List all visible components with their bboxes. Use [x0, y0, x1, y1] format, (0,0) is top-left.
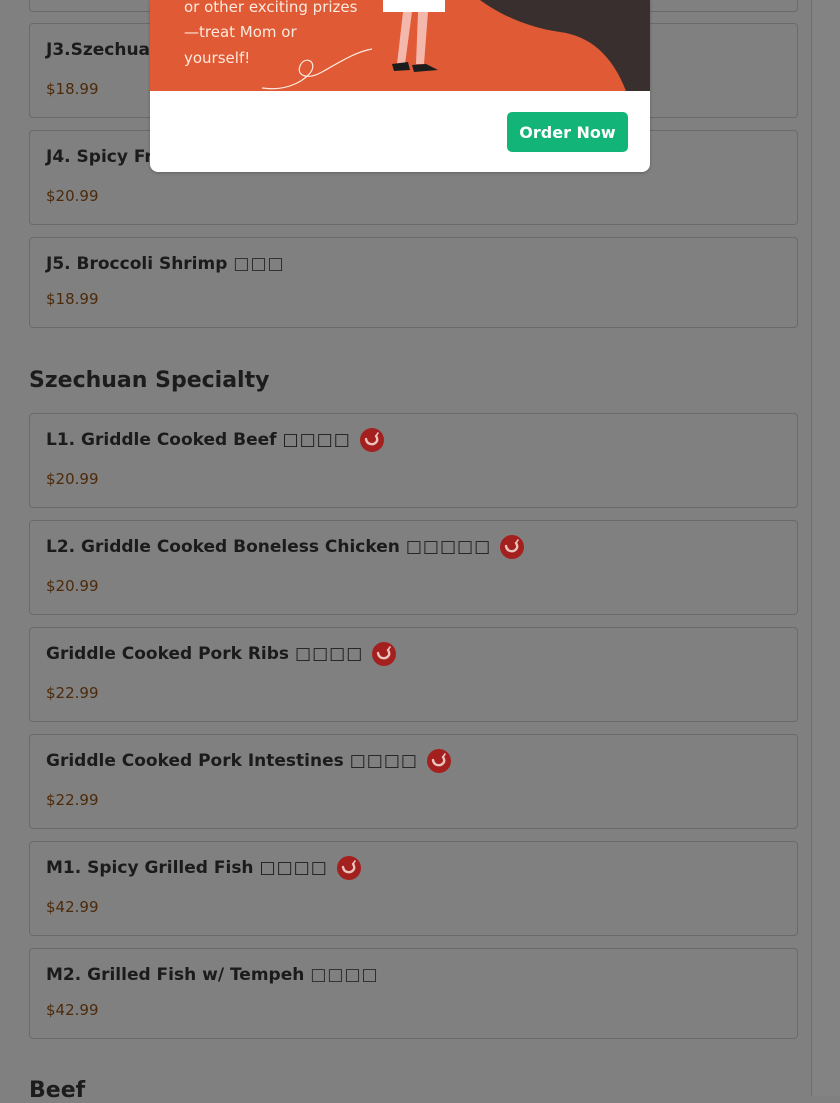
menu-item-price: $42.99	[46, 1001, 99, 1019]
menu-item-title: J3.Szechuan	[46, 40, 163, 60]
menu-item-price: $18.99	[46, 80, 99, 98]
chinese-name: □□□	[233, 254, 285, 274]
chinese-name: □□□□	[349, 751, 418, 771]
promo-modal: or other exciting prizes —treat Mom or y…	[150, 0, 650, 172]
chinese-name: □□□□	[310, 965, 379, 985]
menu-item-title: J5. Broccoli Shrimp □□□	[46, 254, 285, 274]
chinese-name: □□□□	[282, 430, 351, 450]
chili-pepper-icon	[359, 428, 384, 452]
menu-item-title: L1. Griddle Cooked Beef □□□□	[46, 428, 384, 452]
chili-pepper-icon	[372, 642, 397, 666]
menu-item-card[interactable]: Griddle Cooked Pork Ribs □□□□ $22.99	[29, 627, 798, 722]
menu-item-card[interactable]: L1. Griddle Cooked Beef □□□□ $20.99	[29, 413, 798, 508]
menu-item-price: $42.99	[46, 898, 99, 916]
promo-text-line: yourself!	[184, 49, 251, 67]
chinese-name: □□□□	[295, 644, 364, 664]
chinese-name: □□□□□	[405, 537, 492, 557]
scrollbar[interactable]	[811, 0, 840, 1096]
promo-text-line: or other exciting prizes	[184, 0, 358, 16]
section-heading: Szechuan Specialty	[29, 368, 270, 393]
menu-item-title: Griddle Cooked Pork Ribs □□□□	[46, 642, 397, 666]
chili-pepper-icon	[336, 856, 361, 880]
section-heading: Beef	[29, 1078, 86, 1103]
menu-item-price: $20.99	[46, 577, 99, 595]
menu-item-price: $22.99	[46, 791, 99, 809]
menu-item-title: L2. Griddle Cooked Boneless Chicken □□□□…	[46, 535, 525, 559]
menu-item-title: M2. Grilled Fish w/ Tempeh □□□□	[46, 965, 379, 985]
menu-item-card[interactable]: J5. Broccoli Shrimp □□□ $18.99	[29, 237, 798, 328]
chili-pepper-icon	[426, 749, 451, 773]
menu-item-price: $20.99	[46, 470, 99, 488]
menu-item-card[interactable]: M1. Spicy Grilled Fish □□□□ $42.99	[29, 841, 798, 936]
menu-item-title: Griddle Cooked Pork Intestines □□□□	[46, 749, 451, 773]
menu-item-price: $20.99	[46, 187, 99, 205]
order-now-button[interactable]: Order Now	[507, 112, 628, 152]
menu-item-card[interactable]: Griddle Cooked Pork Intestines □□□□ $22.…	[29, 734, 798, 829]
menu-item-price: $18.99	[46, 290, 99, 308]
menu-item-card[interactable]: L2. Griddle Cooked Boneless Chicken □□□□…	[29, 520, 798, 615]
promo-banner: or other exciting prizes —treat Mom or y…	[150, 0, 650, 91]
chinese-name: □□□□	[259, 858, 328, 878]
menu-item-title: M1. Spicy Grilled Fish □□□□	[46, 856, 361, 880]
promo-text-line: —treat Mom or	[184, 23, 297, 41]
menu-item-card[interactable]: M2. Grilled Fish w/ Tempeh □□□□ $42.99	[29, 948, 798, 1039]
chili-pepper-icon	[500, 535, 525, 559]
menu-item-price: $22.99	[46, 684, 99, 702]
